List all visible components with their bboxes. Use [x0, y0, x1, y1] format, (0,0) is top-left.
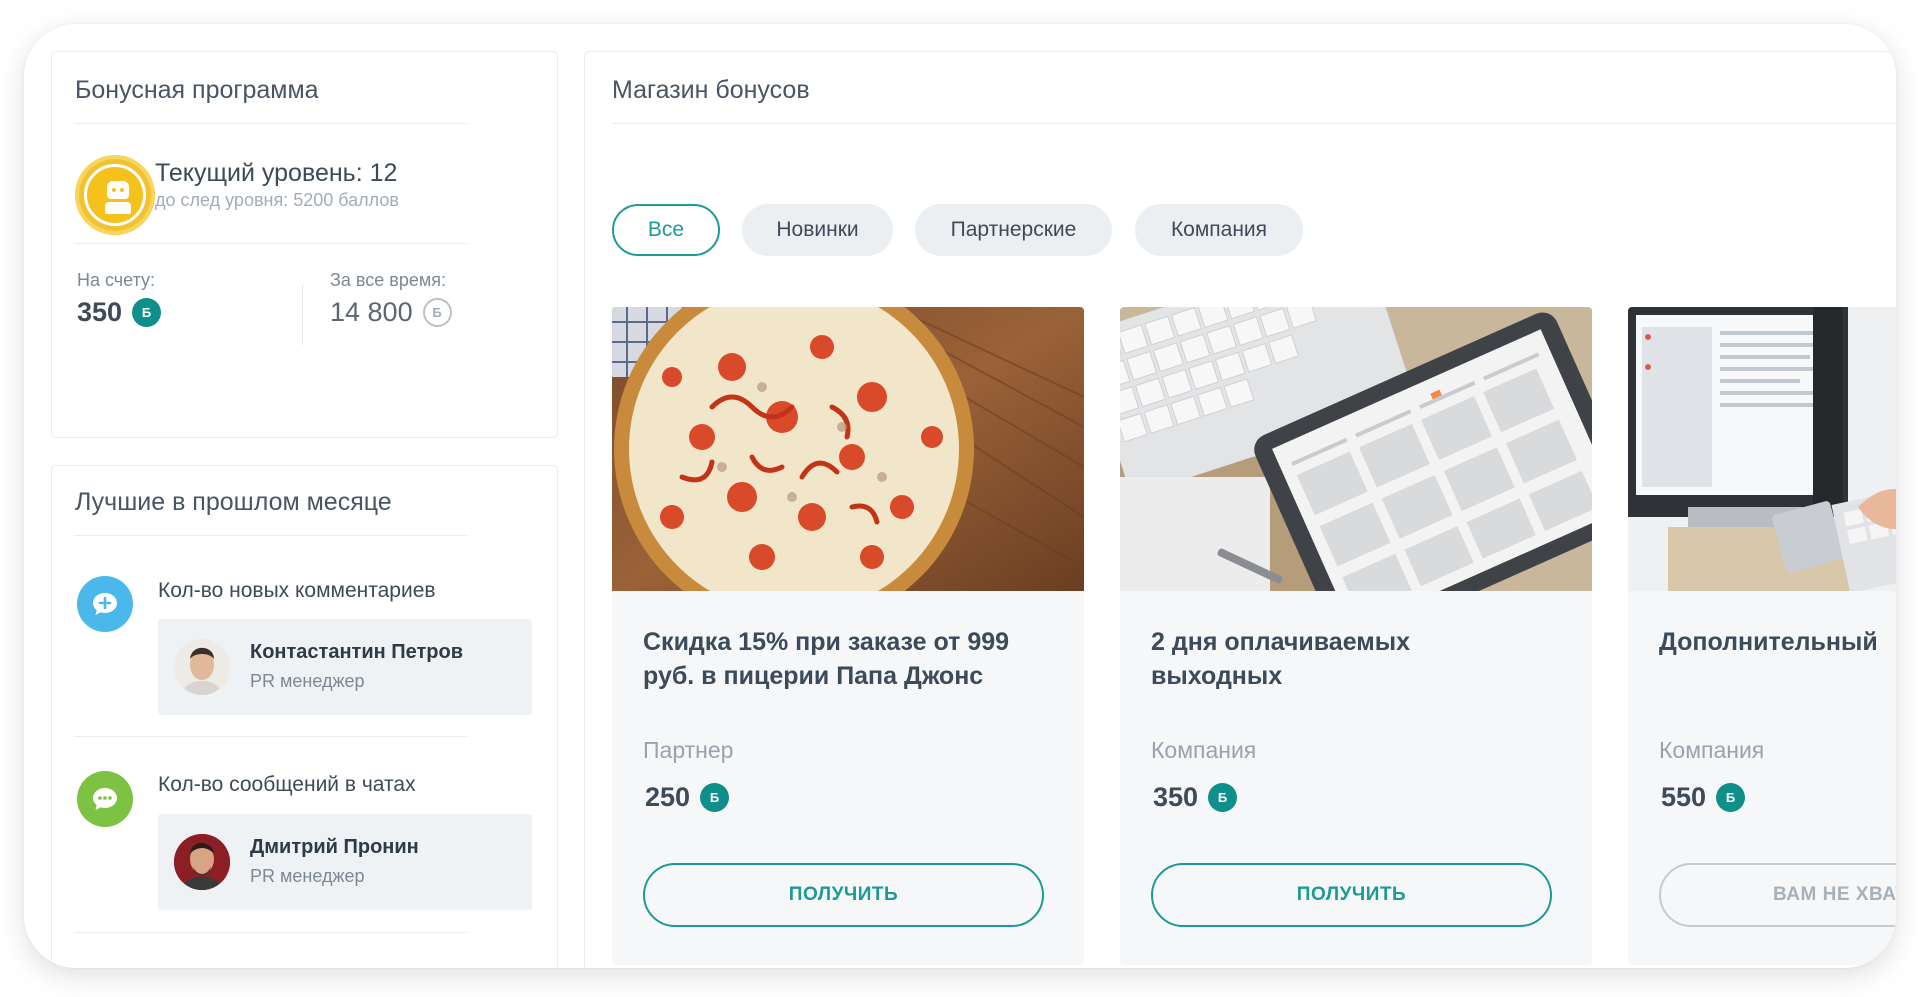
bonus-program-title: Бонусная программа [75, 76, 319, 104]
card-title: 2 дня оплачиваемых выходных [1151, 628, 1411, 690]
tab-new[interactable]: Новинки [742, 204, 893, 256]
card-title: Скидка 15% при заказе от 999 руб. в пице… [643, 628, 1010, 690]
card-price: 350 Б [1153, 782, 1238, 813]
category-label: Кол-во сообщений в чатах [158, 773, 416, 796]
card-category: Компания [1151, 737, 1257, 763]
pizza-image [612, 307, 1084, 591]
current-level: Текущий уровень: 12 [155, 159, 398, 187]
balance-amount: 350 [77, 297, 123, 327]
leaders-panel: Лучшие в прошлом месяце Кол-во новых ком… [51, 465, 558, 968]
divider [75, 736, 467, 737]
level-badge [75, 155, 155, 235]
tablet-calendar-image [1120, 307, 1592, 591]
price-amount: 350 [1153, 782, 1199, 812]
card-category: Партнер [643, 737, 734, 763]
robot-icon [84, 164, 146, 226]
leaders-title: Лучшие в прошлом месяце [75, 488, 392, 516]
coin-outline-icon: Б [422, 298, 452, 327]
chat-icon [77, 771, 133, 827]
app-window: Бонусная программа Текущий уровень: 12 д… [24, 24, 1896, 968]
leader-card[interactable]: Контастантин Петров PR менеджер [158, 619, 532, 715]
price-amount: 550 [1661, 782, 1707, 812]
tab-partners[interactable]: Партнерские [915, 204, 1112, 256]
bonus-store-panel: Магазин бонусов Все Новинки Партнерские … [584, 51, 1896, 968]
card-category: Компания [1659, 737, 1765, 763]
category-label: Кол-во новых комментариев [158, 579, 436, 602]
reward-card: Скидка 15% при заказе от 999 руб. в пице… [612, 307, 1084, 965]
balance-value: 350 Б [77, 297, 162, 328]
not-enough-points-button[interactable]: ВАМ НЕ ХВАТАЕТ [1659, 863, 1896, 927]
card-title: Дополнительный [1659, 628, 1878, 656]
coin-icon: Б [1208, 783, 1238, 812]
store-title: Магазин бонусов [612, 76, 810, 104]
price-amount: 250 [645, 782, 691, 812]
card-price: 550 Б [1661, 782, 1746, 813]
comment-plus-icon [77, 576, 133, 632]
total-value: 14 800 Б [330, 297, 452, 328]
person-name: Дмитрий Пронин [250, 836, 419, 858]
level-progress-text: до след уровня: 5200 баллов [155, 190, 399, 210]
divider [75, 123, 467, 124]
divider [302, 285, 303, 345]
get-reward-button[interactable]: ПОЛУЧИТЬ [643, 863, 1044, 927]
divider [612, 123, 1896, 124]
avatar [174, 639, 230, 695]
avatar [174, 834, 230, 890]
person-name: Контастантин Петров [250, 641, 464, 663]
coin-icon: Б [1716, 783, 1746, 812]
balance-label: На счету: [77, 270, 156, 290]
divider [75, 243, 467, 244]
divider [75, 932, 467, 933]
bonus-program-panel: Бонусная программа Текущий уровень: 12 д… [51, 51, 558, 438]
coin-icon: Б [700, 783, 730, 812]
total-amount: 14 800 [330, 297, 413, 327]
reward-card: Дополнительный Компания 550 Б ВАМ НЕ ХВА… [1628, 307, 1896, 965]
tab-company[interactable]: Компания [1135, 204, 1303, 256]
tab-all[interactable]: Все [612, 204, 720, 256]
divider [75, 535, 467, 536]
person-role: PR менеджер [250, 671, 365, 691]
get-reward-button[interactable]: ПОЛУЧИТЬ [1151, 863, 1552, 927]
card-price: 250 Б [645, 782, 730, 813]
leader-card[interactable]: Дмитрий Пронин PR менеджер [158, 814, 532, 910]
coin-icon: Б [132, 298, 162, 327]
total-label: За все время: [330, 270, 446, 290]
person-role: PR менеджер [250, 866, 365, 886]
reward-card: 2 дня оплачиваемых выходных Компания 350… [1120, 307, 1592, 965]
computer-desk-image [1628, 307, 1896, 591]
